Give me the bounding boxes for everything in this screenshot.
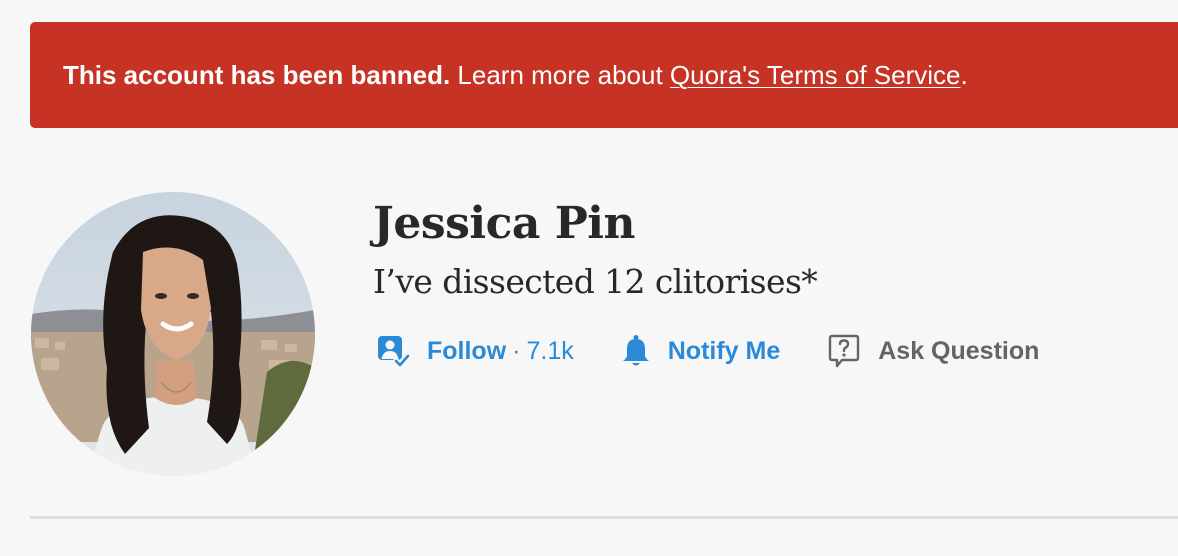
follow-user-icon: [375, 333, 411, 369]
question-bubble-icon: [826, 333, 862, 369]
follower-count: 7.1k: [526, 336, 574, 365]
banner-spacer: [450, 60, 457, 91]
profile-photo: [31, 192, 315, 476]
terms-of-service-link[interactable]: Quora's Terms of Service: [670, 60, 961, 91]
banner-lead-text: Learn more about: [457, 59, 663, 90]
banner-trailing-period: .: [960, 59, 968, 90]
follow-label: Follow: [427, 336, 507, 365]
banner-spacer: [663, 60, 670, 91]
follow-button[interactable]: Follow · 7.1k: [375, 333, 574, 369]
ask-question-button[interactable]: Ask Question: [826, 333, 1039, 369]
notify-me-button[interactable]: Notify Me: [618, 333, 781, 369]
profile-name: Jessica Pin: [373, 198, 635, 249]
profile-page: This account has been banned. Learn more…: [0, 0, 1178, 556]
banned-message: This account has been banned.: [63, 59, 451, 90]
profile-credential: I’ve dissected 12 clitorises*: [373, 262, 818, 301]
section-divider: [30, 516, 1178, 519]
account-banned-banner: This account has been banned. Learn more…: [30, 22, 1178, 128]
notify-me-label: Notify Me: [667, 336, 781, 365]
follow-separator: ·: [512, 336, 521, 365]
avatar[interactable]: [31, 192, 315, 476]
profile-actions: Follow · 7.1k Notify Me Ask Question: [375, 330, 1039, 372]
ask-question-label: Ask Question: [878, 336, 1040, 365]
bell-icon: [618, 333, 654, 369]
